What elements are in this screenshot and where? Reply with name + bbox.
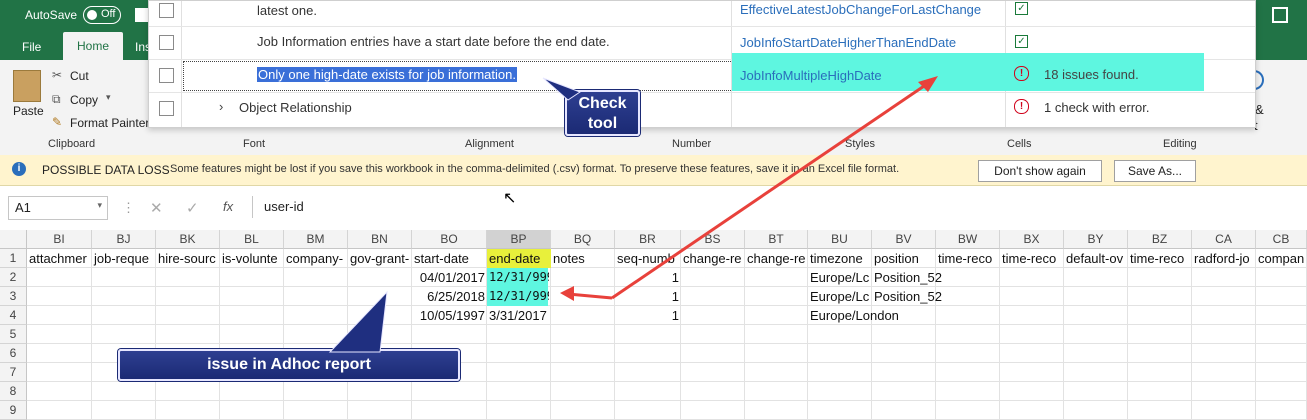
check-tool-callout-pointer [542, 77, 582, 101]
issue-link-arrow-line [611, 80, 931, 300]
issue-link-arrow-line [567, 292, 613, 300]
arrowhead-left-icon [560, 286, 574, 301]
adhoc-callout-pointer [328, 290, 388, 353]
annotation-overlay [328, 76, 938, 353]
